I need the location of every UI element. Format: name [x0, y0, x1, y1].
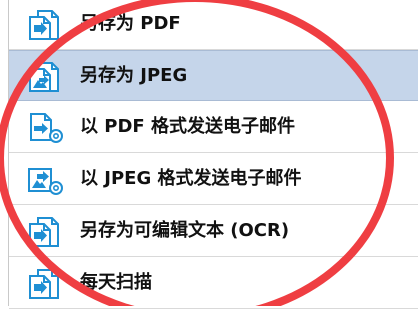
scan-action-menu: 另存为 PDF 另存为 JPEG 以 PDF 格式发送电子邮件 以 JPEG 格…	[8, 0, 418, 309]
menu-item-save-jpeg[interactable]: 另存为 JPEG	[9, 50, 418, 101]
menu-item-label: 以 PDF 格式发送电子邮件	[80, 116, 295, 137]
email-pdf-icon	[25, 112, 65, 144]
menu-item-label: 另存为可编辑文本 (OCR)	[80, 220, 290, 241]
menu-item-label: 以 JPEG 格式发送电子邮件	[80, 168, 302, 189]
menu-item-email-pdf[interactable]: 以 PDF 格式发送电子邮件	[9, 102, 418, 153]
daily-scan-icon	[25, 268, 65, 300]
email-jpeg-icon	[25, 164, 65, 196]
menu-item-label: 另存为 PDF	[80, 13, 181, 34]
menu-item-daily-scan[interactable]: 每天扫描	[9, 258, 418, 309]
menu-item-email-jpeg[interactable]: 以 JPEG 格式发送电子邮件	[9, 154, 418, 205]
menu-item-save-pdf[interactable]: 另存为 PDF	[9, 0, 418, 50]
menu-item-label: 另存为 JPEG	[80, 65, 188, 86]
save-ocr-text-icon	[25, 216, 65, 248]
menu-item-label: 每天扫描	[80, 272, 152, 293]
menu-item-save-ocr-text[interactable]: 另存为可编辑文本 (OCR)	[9, 206, 418, 257]
save-pdf-icon	[25, 9, 65, 41]
save-jpeg-icon	[25, 61, 65, 93]
